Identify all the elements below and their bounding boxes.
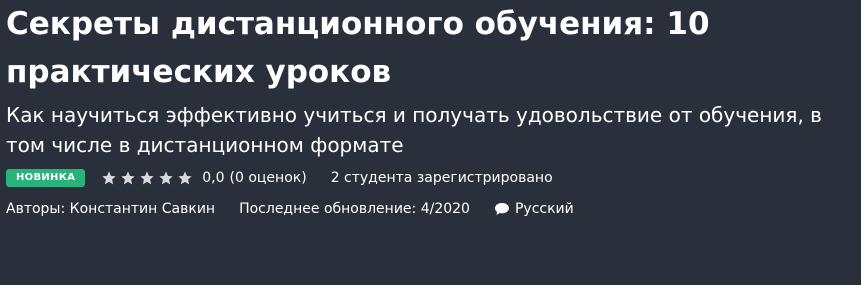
rating-stars xyxy=(101,170,193,186)
rating-row: НОВИНКА 0,0 (0 оценок) 2 студента зареги… xyxy=(6,166,853,190)
rating-value: 0,0 xyxy=(202,170,225,186)
language-label: Русский xyxy=(514,201,574,217)
star-icon xyxy=(177,170,193,186)
star-icon xyxy=(139,170,155,186)
star-icon xyxy=(120,170,136,186)
course-header: Секреты дистанционного обучения: 10 прак… xyxy=(0,0,861,220)
star-icon xyxy=(101,170,117,186)
course-title: Секреты дистанционного обучения: 10 прак… xyxy=(6,6,710,90)
last-updated: Последнее обновление: 4/2020 xyxy=(239,201,470,217)
rating-count[interactable]: (0 оценок) xyxy=(230,170,307,186)
enrolled-count: 2 студента зарегистрировано xyxy=(330,170,553,186)
authors[interactable]: Авторы: Константин Савкин xyxy=(6,201,215,217)
speech-bubble-icon xyxy=(494,202,510,216)
course-subtitle: Как научиться эффективно учиться и получ… xyxy=(6,103,822,157)
star-icon xyxy=(158,170,174,186)
language: Русский xyxy=(494,201,574,217)
new-badge: НОВИНКА xyxy=(6,169,86,187)
authors-row: Авторы: Константин Савкин Последнее обно… xyxy=(6,198,853,220)
